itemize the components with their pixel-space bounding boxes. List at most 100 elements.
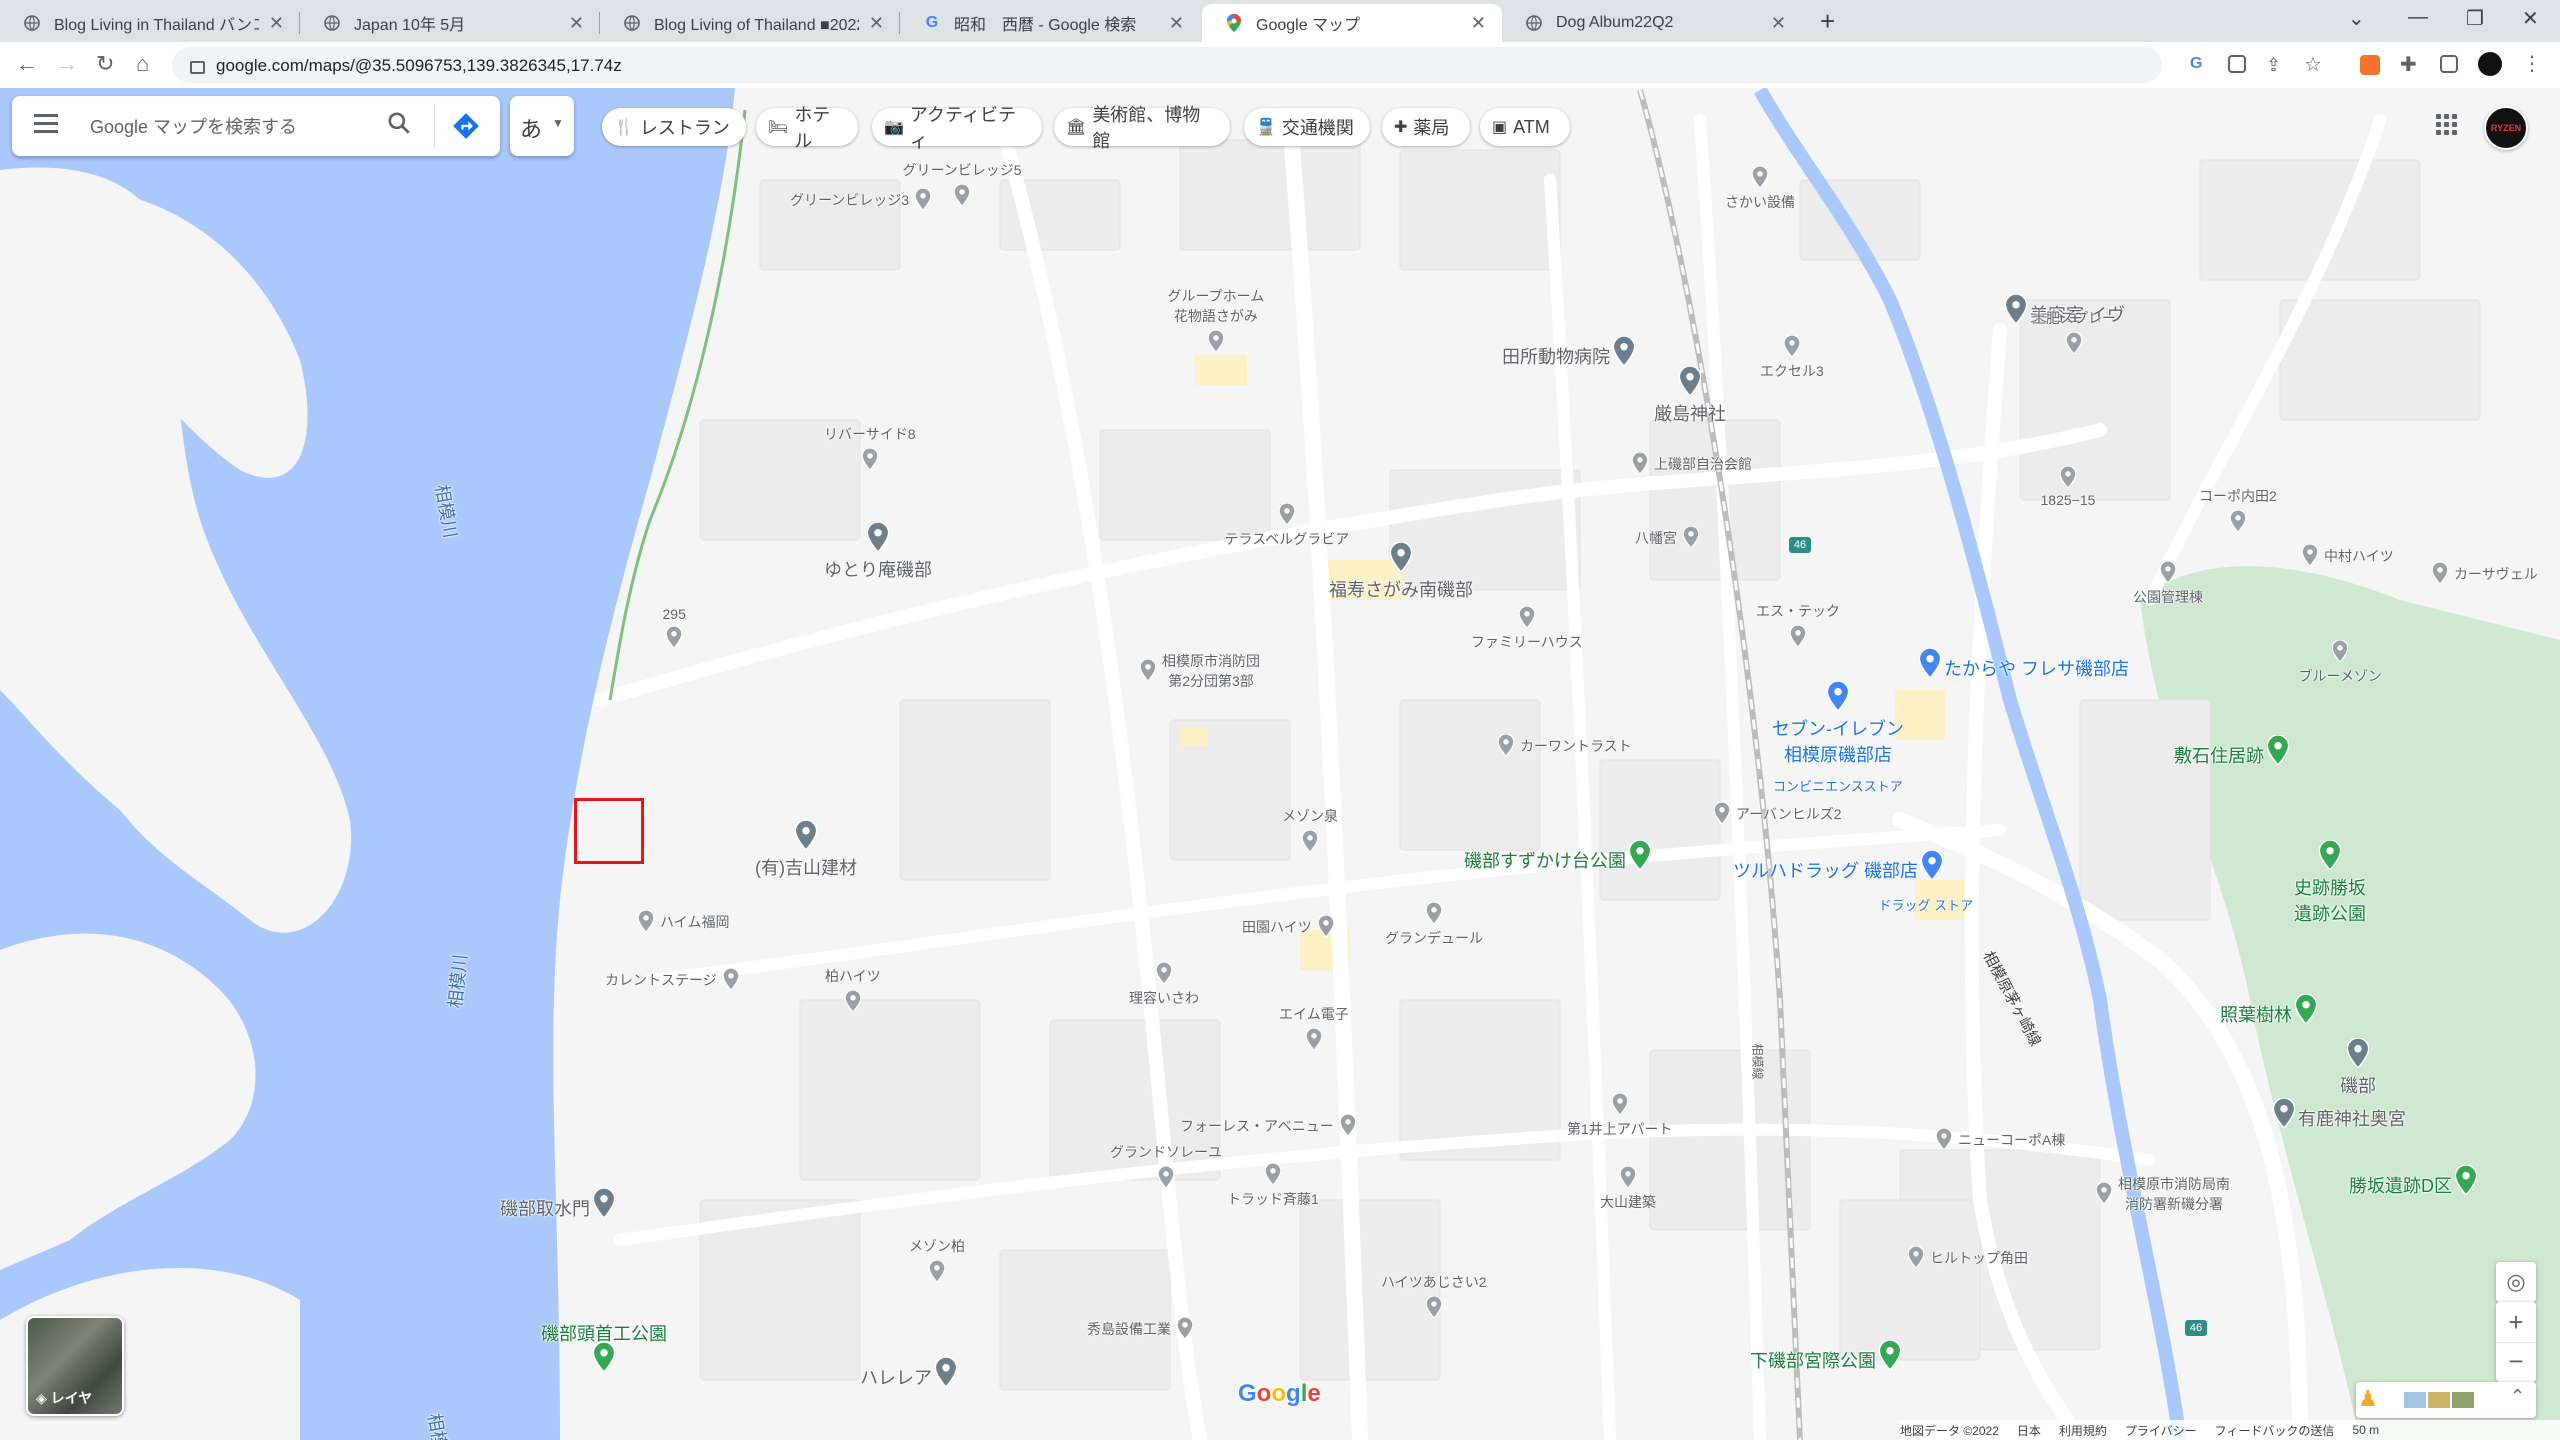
chip-transit[interactable]: 🚆 交通機関 [1244,108,1370,146]
pegman-icon[interactable]: ♟ [2358,1386,2378,1412]
minimize-icon[interactable]: — [2408,6,2428,29]
rss-icon[interactable] [2360,55,2380,75]
poi-label: カーサヴェル [2454,566,2538,582]
poi-label: 田所動物病院 [1502,347,1610,367]
tab-google-maps[interactable]: Google マップ ✕ [1202,4,1502,42]
tab-japan[interactable]: Japan 10年 5月 ✕ [300,4,600,42]
more-menu-icon[interactable]: ⋮ [2522,51,2542,75]
tab-google-search[interactable]: G 昭和 西暦 - Google 検索 ✕ [900,4,1200,42]
tab-title: Dog Album22Q2 [1556,14,1674,31]
poi-label: 勝坂遺跡D区 [2349,1176,2452,1196]
directions-icon[interactable] [452,112,480,145]
map-pin-icon [2095,1181,2113,1205]
close-tab-icon[interactable]: ✕ [869,13,884,34]
imagery-thumb-icon[interactable] [2428,1392,2450,1408]
search-input[interactable] [88,112,372,142]
imagery-thumb-icon[interactable] [2452,1392,2474,1408]
poi-label: 有鹿神社奥宮 [2298,1109,2406,1129]
zoom-in-icon[interactable]: + [2496,1302,2536,1342]
close-tab-icon[interactable]: ✕ [1471,13,1486,34]
zoom-control: + − [2496,1302,2536,1382]
tab-title: Blog Living in Thailand バンコクの… [54,17,259,34]
region-link[interactable]: 日本 [2017,1422,2041,1439]
close-window-icon[interactable]: ✕ [2522,6,2539,31]
museum-icon: 🏛 [1066,119,1087,136]
map-pin-icon [1157,1165,1175,1189]
map-pin-icon [2301,543,2319,567]
map-pin-icon [1518,605,1536,629]
close-tab-icon[interactable]: ✕ [1771,13,1786,34]
map-pin-icon [2159,560,2177,584]
back-icon[interactable]: ← [16,51,38,77]
map-pin-icon [794,819,818,852]
terms-link[interactable]: 利用規約 [2059,1422,2107,1439]
feedback-link[interactable]: フィードバックの送信 [2215,1422,2335,1439]
poi-label: ブルーメゾン [2298,668,2382,684]
tab-blog-bangkok[interactable]: Blog Living in Thailand バンコクの… ✕ [0,4,300,42]
map-pin-icon [1264,1162,1282,1186]
poi-label: ファミリーハウス [1471,634,1583,650]
poi-label: フォーレス・アベニュー [1180,1118,1334,1134]
close-tab-icon[interactable]: ✕ [1169,13,1184,34]
url-text[interactable]: google.com/maps/@35.5096753,139.3826345,… [216,56,622,76]
map-canvas[interactable]: 46 46 相模川 相模川 相模 相模原茅ヶ崎線 相模線 グリーンビレッジ5 グリ… [0,88,2560,1440]
map-pin-icon [2272,1097,2296,1130]
poi-label: 下磯部宮際公園 [1750,1351,1876,1371]
zoom-out-icon[interactable]: − [2496,1342,2536,1383]
chip-museum[interactable]: 🏛 美術館、博物館 [1054,105,1230,151]
forward-icon[interactable]: → [56,51,78,77]
search-icon[interactable] [386,110,412,143]
tab-search-chevron-icon[interactable]: ⌄ [2348,6,2365,31]
map-footer: 地図データ ©2022 日本 利用規約 プライバシー フィードバックの送信 50… [1900,1420,2560,1440]
close-tab-icon[interactable]: ✕ [269,13,284,34]
new-tab-icon[interactable]: + [1820,6,1835,37]
close-tab-icon[interactable]: ✕ [569,13,584,34]
omnibox[interactable]: google.com/maps/@35.5096753,139.3826345,… [172,47,2162,83]
chip-restaurant[interactable]: 🍴 レストラン [602,108,746,146]
poi-label: リバーサイド8 [824,426,916,442]
chip-activity[interactable]: 📷 アクティビティ [872,105,1042,151]
poi-label: ゆとり庵磯部 [824,560,932,580]
poi-label: 照葉樹林 [2220,1005,2292,1025]
poi-label: トラッド斉藤1 [1227,1191,1319,1207]
extensions-puzzle-icon[interactable]: ✚ [2400,52,2420,76]
map-pin-icon [2004,293,2028,326]
layers-button[interactable]: ◈ レイヤ [26,1316,124,1416]
poi-label: 公園管理棟 [2133,589,2203,605]
google-apps-icon[interactable] [2436,114,2458,136]
expand-chevron-icon[interactable]: ⌃ [2510,1386,2525,1407]
share-icon[interactable]: ⇪ [2266,55,2286,75]
globe-icon [24,15,40,31]
tab-dog-album[interactable]: Dog Album22Q2 ✕ [1502,4,1802,42]
privacy-link[interactable]: プライバシー [2125,1422,2197,1439]
poi-label: 上磯部自治会館 [1654,456,1752,472]
map-pin-icon [914,187,932,211]
my-location-icon[interactable]: ◎ [2496,1262,2536,1302]
menu-icon[interactable] [34,114,58,138]
tab-blog-2022[interactable]: Blog Living of Thailand ■2022年 ✕ [600,4,900,42]
profile-avatar-icon[interactable] [2478,52,2502,76]
scale-label[interactable]: 50 m [2352,1423,2379,1437]
map-pin-icon [1628,839,1652,872]
chip-label: 交通機関 [1281,118,1354,138]
reload-icon[interactable]: ↻ [96,51,114,77]
poi-label: 磯部頭首工公園 [541,1324,667,1344]
map-pin-icon [1907,1245,1925,1269]
imagery-thumb-icon[interactable] [2404,1392,2426,1408]
chip-pharmacy[interactable]: ✚ 薬局 [1382,108,1470,146]
side-panel-icon[interactable] [2440,55,2458,73]
lock-icon [190,61,205,74]
maximize-icon[interactable]: ❐ [2466,6,2484,31]
map-pin-icon [1497,733,1515,757]
account-avatar[interactable]: RYZEN [2484,106,2528,150]
input-tools-button[interactable]: あ ▼ [510,96,574,156]
chip-hotel[interactable]: 🛏 ホテル [756,105,858,151]
install-app-icon[interactable] [2228,55,2246,73]
home-icon[interactable]: ⌂ [136,51,149,77]
bookmark-star-icon[interactable]: ☆ [2304,52,2324,76]
map-pin-icon [2331,639,2349,663]
chip-atm[interactable]: ▣ ATM [1480,108,1570,146]
google-g-icon[interactable]: G [2190,55,2210,75]
poi-label: コーポ内田2 [2199,488,2277,504]
pharmacy-icon: ✚ [1394,119,1408,136]
